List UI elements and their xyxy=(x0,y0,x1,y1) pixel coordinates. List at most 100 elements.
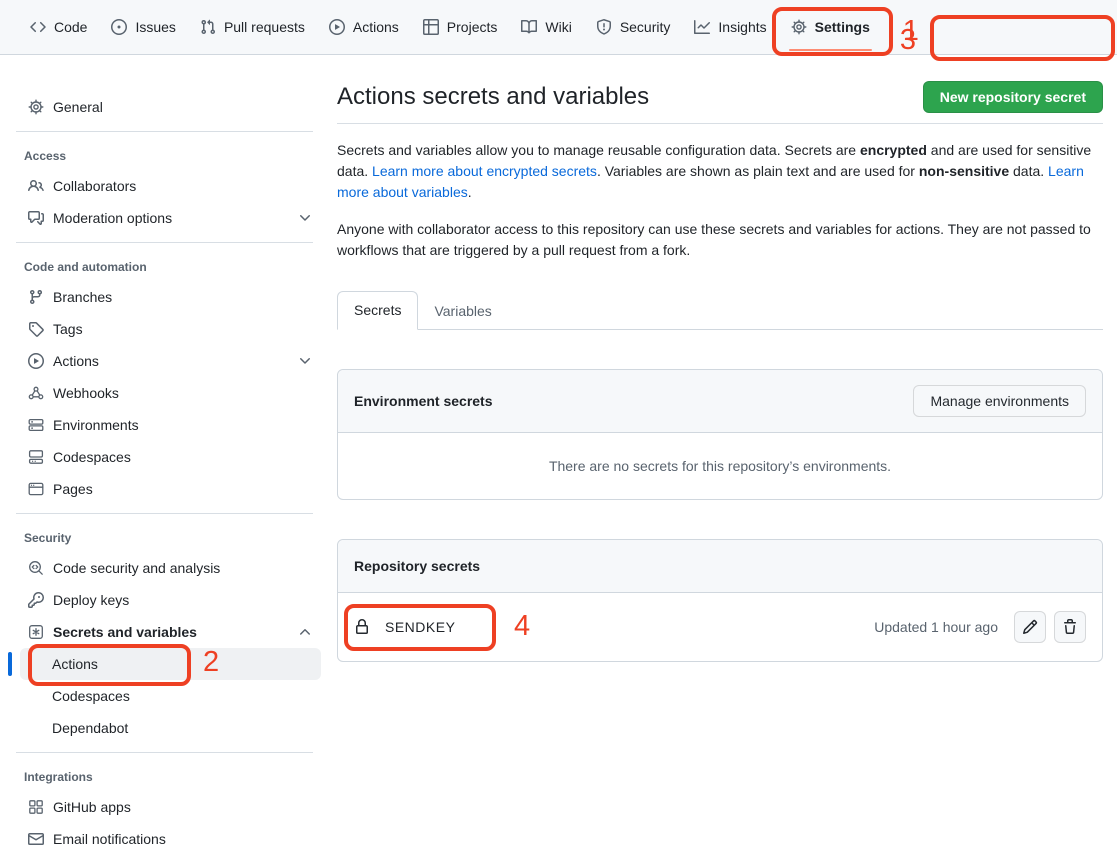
tab-security[interactable]: Security xyxy=(584,0,683,54)
sidebar-item-code-security[interactable]: Code security and analysis xyxy=(8,552,321,584)
tab-projects[interactable]: Projects xyxy=(411,0,510,54)
tab-label: Wiki xyxy=(545,19,571,35)
annotation-number-2: 2 xyxy=(203,648,219,677)
learn-more-encrypted-secrets-link[interactable]: Learn more about encrypted secrets xyxy=(372,163,597,179)
sidebar-item-label: Branches xyxy=(53,289,313,305)
manage-environments-button[interactable]: Manage environments xyxy=(913,385,1086,417)
tab-issues[interactable]: Issues xyxy=(99,0,187,54)
new-repository-secret-button[interactable]: New repository secret xyxy=(923,81,1103,113)
project-icon xyxy=(423,19,439,35)
environment-secrets-empty-text: There are no secrets for this repository… xyxy=(338,433,1102,499)
tab-actions[interactable]: Actions xyxy=(317,0,411,54)
secret-row: SENDKEY 4 Updated 1 hour ago xyxy=(338,593,1102,661)
chevron-down-icon xyxy=(297,353,313,369)
sidebar-item-label: GitHub apps xyxy=(53,799,313,815)
sidebar-item-label: Tags xyxy=(53,321,313,337)
tab-label: Issues xyxy=(135,19,175,35)
sidebar-item-github-apps[interactable]: GitHub apps xyxy=(8,791,321,823)
sidebar-item-actions[interactable]: Actions xyxy=(8,345,321,377)
sidebar-item-label: Secrets and variables xyxy=(53,624,288,640)
sidebar-item-moderation-options[interactable]: Moderation options xyxy=(8,202,321,234)
tab-insights[interactable]: Insights xyxy=(682,0,778,54)
book-icon xyxy=(521,19,537,35)
sidebar-item-environments[interactable]: Environments xyxy=(8,409,321,441)
browser-icon xyxy=(28,481,44,497)
tab-label: Projects xyxy=(447,19,498,35)
server-icon xyxy=(28,417,44,433)
sidebar-section-integrations: Integrations xyxy=(8,761,321,791)
sidebar-divider xyxy=(16,752,313,753)
description-paragraph-2: Anyone with collaborator access to this … xyxy=(337,219,1097,261)
delete-secret-button[interactable] xyxy=(1054,611,1086,643)
tab-label: Actions xyxy=(353,19,399,35)
lock-icon xyxy=(354,619,370,635)
secrets-variables-tabnav: Secrets Variables xyxy=(337,291,1103,330)
tab-label: Settings xyxy=(815,19,870,35)
annotation-number-4: 4 xyxy=(514,612,530,641)
environment-secrets-title: Environment secrets xyxy=(354,393,493,409)
sidebar-divider xyxy=(16,242,313,243)
sidebar-item-tags[interactable]: Tags xyxy=(8,313,321,345)
sidebar-item-email-notifications[interactable]: Email notifications xyxy=(8,823,321,855)
apps-icon xyxy=(28,799,44,815)
tab-label: Pull requests xyxy=(224,19,305,35)
play-icon xyxy=(28,353,44,369)
secret-identifier: SENDKEY 4 xyxy=(354,619,455,635)
description-text: . xyxy=(468,184,472,200)
sidebar-subitem-label: Dependabot xyxy=(52,720,128,736)
edit-secret-button[interactable] xyxy=(1014,611,1046,643)
mail-icon xyxy=(28,831,44,847)
sidebar-subitem-dependabot[interactable]: Dependabot xyxy=(8,712,321,744)
webhook-icon xyxy=(28,385,44,401)
sidebar-section-code-automation: Code and automation xyxy=(8,251,321,281)
tab-pull-requests[interactable]: Pull requests xyxy=(188,0,317,54)
encrypted-bold-text: encrypted xyxy=(860,142,927,158)
graph-icon xyxy=(694,19,710,35)
tab-label: Code xyxy=(54,19,87,35)
sidebar-item-codespaces[interactable]: Codespaces xyxy=(8,441,321,473)
secret-updated-timestamp: Updated 1 hour ago xyxy=(874,619,998,635)
pull-request-icon xyxy=(200,19,216,35)
code-icon xyxy=(30,19,46,35)
sidebar-item-label: Pages xyxy=(53,481,313,497)
sidebar-subitem-codespaces[interactable]: Codespaces xyxy=(8,680,321,712)
page-title: Actions secrets and variables xyxy=(337,81,649,113)
sidebar-item-label: Collaborators xyxy=(53,178,313,194)
gear-icon xyxy=(791,19,807,35)
main-content: Actions secrets and variables New reposi… xyxy=(337,55,1117,662)
sidebar-item-label: Webhooks xyxy=(53,385,313,401)
git-branch-icon xyxy=(28,289,44,305)
repository-secrets-box: Repository secrets SENDKEY 4 Updated 1 h… xyxy=(337,539,1103,662)
selected-item-bar xyxy=(8,652,12,676)
sidebar-item-branches[interactable]: Branches xyxy=(8,281,321,313)
sidebar-divider xyxy=(16,131,313,132)
pencil-icon xyxy=(1022,619,1038,635)
key-icon xyxy=(28,592,44,608)
sidebar-divider xyxy=(16,513,313,514)
secrets-icon xyxy=(28,624,44,640)
people-icon xyxy=(28,178,44,194)
sidebar-item-general[interactable]: General xyxy=(8,91,321,123)
issue-icon xyxy=(111,19,127,35)
sidebar-subitem-actions[interactable]: Actions 2 xyxy=(20,648,321,680)
description-text: . Variables are shown as plain text and … xyxy=(597,163,919,179)
sidebar-item-label: Deploy keys xyxy=(53,592,313,608)
tab-code[interactable]: Code xyxy=(18,0,99,54)
description-paragraph-1: Secrets and variables allow you to manag… xyxy=(337,140,1097,203)
sidebar-item-collaborators[interactable]: Collaborators xyxy=(8,170,321,202)
sidebar-item-label: General xyxy=(53,99,313,115)
codespaces-icon xyxy=(28,449,44,465)
tab-wiki[interactable]: Wiki xyxy=(509,0,583,54)
sidebar-item-webhooks[interactable]: Webhooks xyxy=(8,377,321,409)
settings-sidebar: General Access Collaborators Moderation … xyxy=(0,55,337,855)
tab-variables[interactable]: Variables xyxy=(418,293,507,330)
tab-settings[interactable]: Settings 1 xyxy=(779,0,882,54)
sidebar-item-secrets-and-variables[interactable]: Secrets and variables xyxy=(8,616,321,648)
annotation-number-1: 1 xyxy=(903,17,919,46)
sidebar-item-pages[interactable]: Pages xyxy=(8,473,321,505)
repo-tab-nav: Code Issues Pull requests Actions Projec… xyxy=(0,0,1117,55)
tab-secrets[interactable]: Secrets xyxy=(337,291,418,330)
sidebar-item-deploy-keys[interactable]: Deploy keys xyxy=(8,584,321,616)
tab-label: Insights xyxy=(718,19,766,35)
title-divider xyxy=(337,123,1103,124)
